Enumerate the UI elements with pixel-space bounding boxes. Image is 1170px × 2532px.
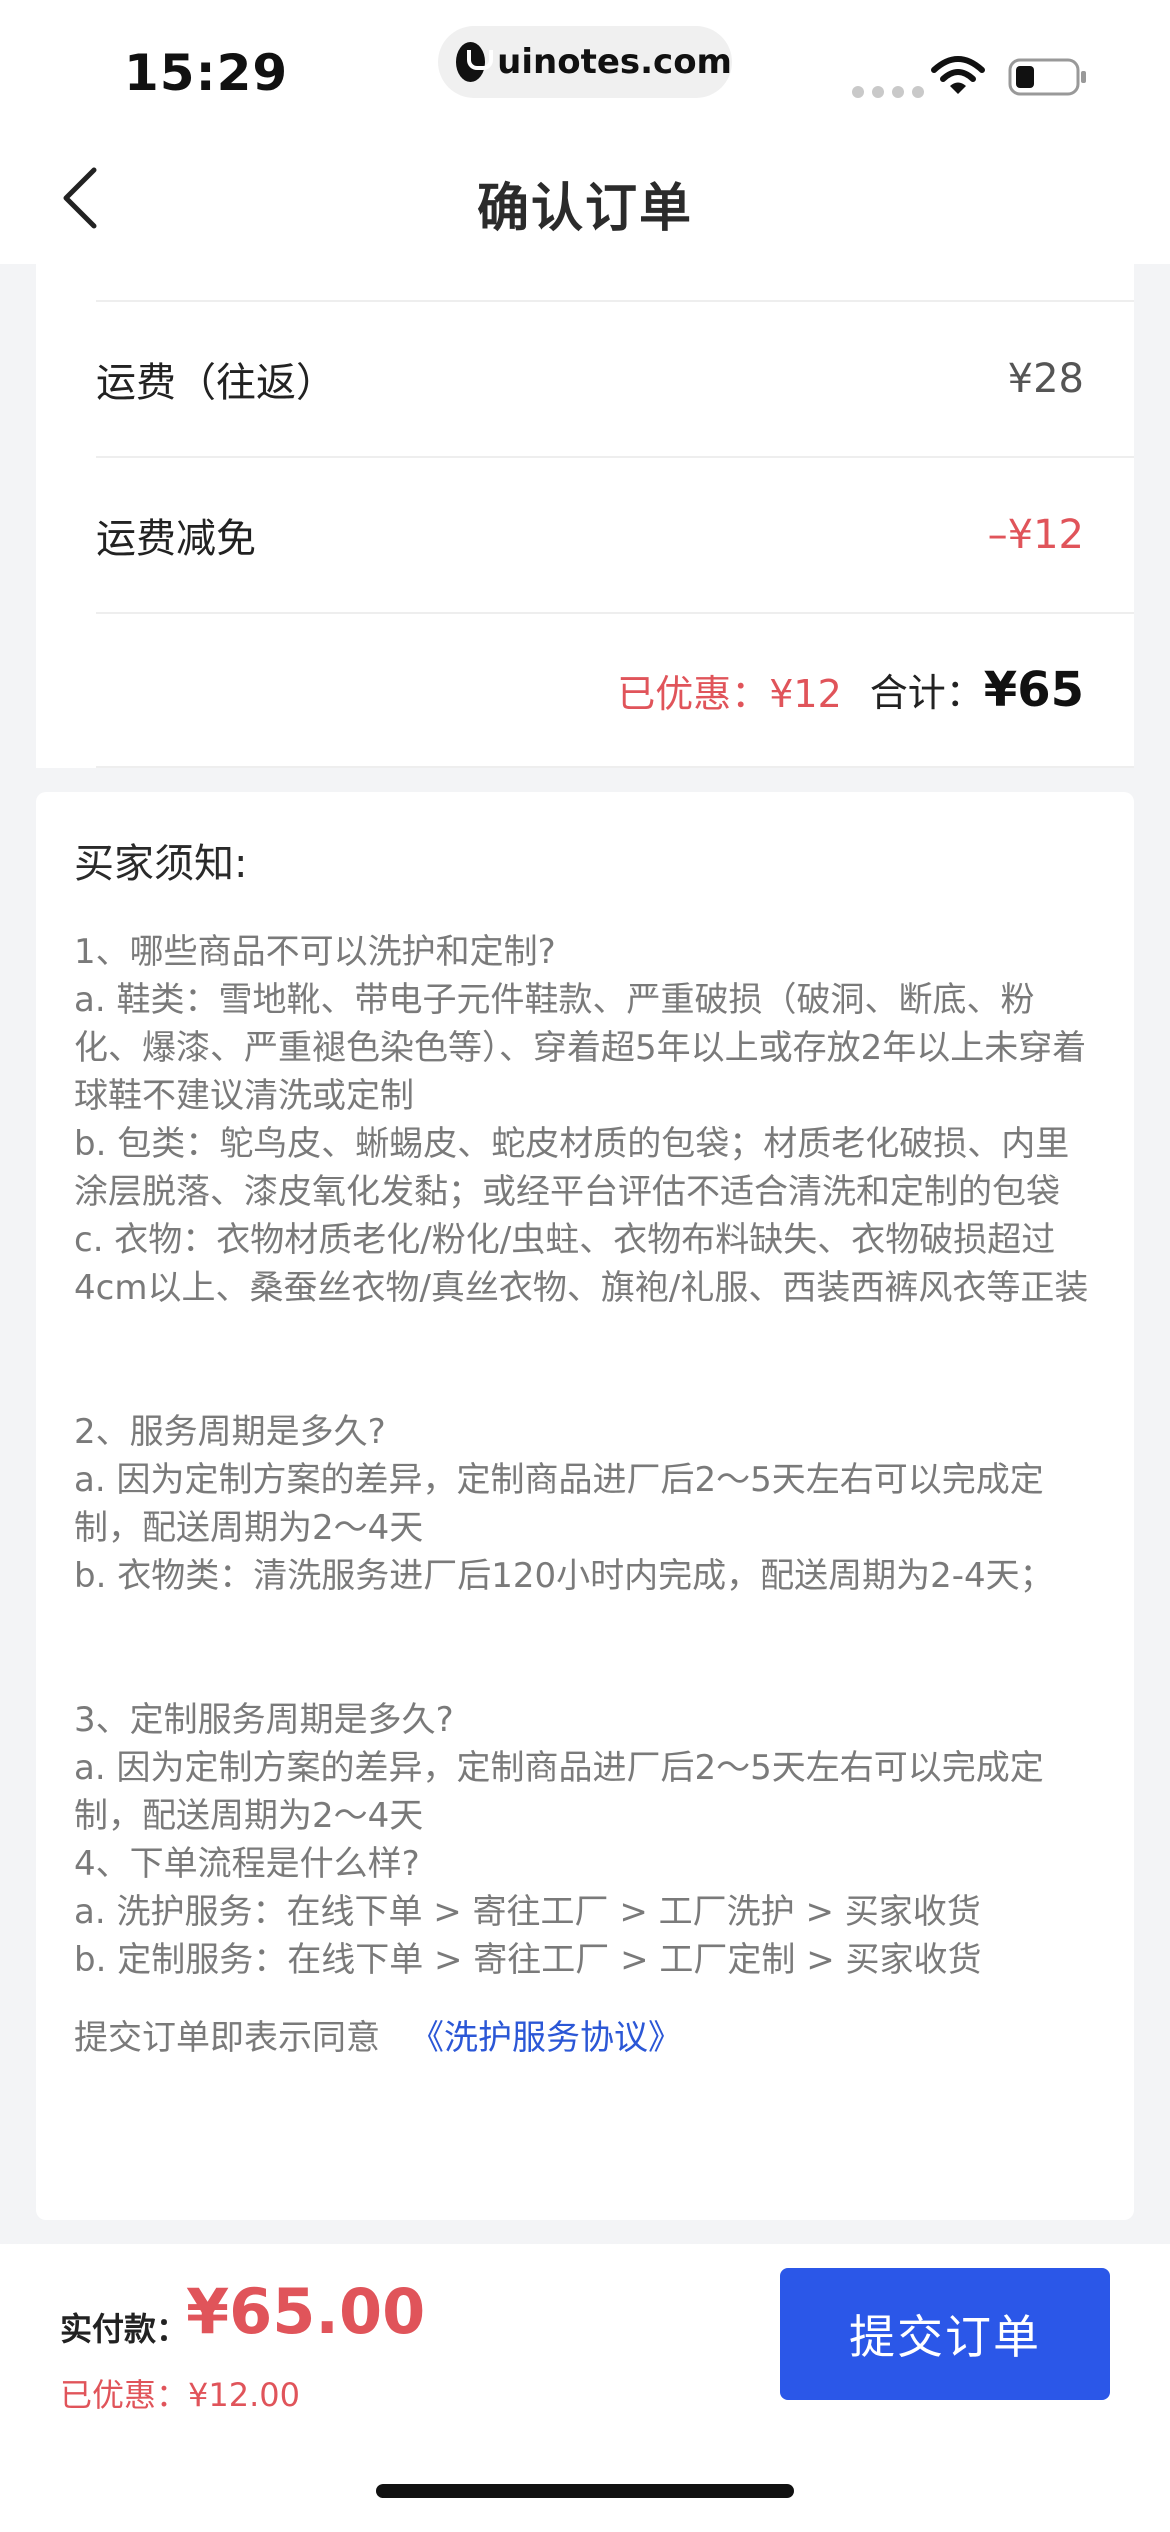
shipping-fee-value: ¥28 <box>1007 356 1084 402</box>
summary-total-group: 合计：¥65 <box>870 662 1084 718</box>
summary-saved: 已优惠：¥12 <box>617 671 842 716</box>
submit-order-button[interactable]: 提交订单 <box>780 2268 1110 2400</box>
notice-line: b. 包类：鸵鸟皮、蜥蜴皮、蛇皮材质的包袋；材质老化破损、内里涂层脱落、漆皮氧化… <box>74 1124 1070 1212</box>
site-logo-icon <box>456 42 494 82</box>
pay-amount: ¥65.00 <box>186 2275 426 2348</box>
wifi-icon <box>931 56 985 94</box>
notice-line: 3、定制服务周期是多久? <box>74 1700 454 1740</box>
notice-line: a. 因为定制方案的差异，定制商品进厂后2～5天左右可以完成定制，配送周期为2～… <box>74 1460 1044 1548</box>
nav-bar: 确认订单 <box>0 132 1170 264</box>
notice-section-1: 1、哪些商品不可以洗护和定制? a. 鞋类：雪地靴、带电子元件鞋款、严重破损（破… <box>74 928 1096 1312</box>
price-card: 运费（往返） ¥28 运费减免 –¥12 已优惠：¥12 合计：¥65 <box>36 264 1134 768</box>
battery-icon <box>1008 58 1086 96</box>
shipping-discount-row: 运费减免 –¥12 <box>96 456 1134 612</box>
pay-saved: 已优惠：¥12.00 <box>60 2376 300 2414</box>
order-confirm-screen: 15:29 uinotes.com 确认订单 运费（往返） ¥28 运费减免 –… <box>0 0 1170 2532</box>
notice-line: 2、服务周期是多久? <box>74 1412 386 1452</box>
agreement-line: 提交订单即表示同意 《洗护服务协议》 <box>74 2014 1096 2062</box>
status-bar: 15:29 uinotes.com <box>0 0 1170 132</box>
pay-label: 实付款： <box>60 2310 189 2348</box>
summary-total-label: 合计： <box>869 671 984 715</box>
page-title: 确认订单 <box>476 179 693 239</box>
signal-icon <box>852 86 924 98</box>
price-summary-row: 已优惠：¥12 合计：¥65 <box>96 612 1134 768</box>
notice-line: 4、下单流程是什么样? <box>74 1844 420 1884</box>
shipping-discount-value: –¥12 <box>987 512 1084 558</box>
notice-line: 1、哪些商品不可以洗护和定制? <box>74 932 556 972</box>
notice-line: b. 衣物类：清洗服务进厂后120小时内完成，配送周期为2-4天； <box>74 1556 1054 1596</box>
notice-title: 买家须知: <box>74 841 248 887</box>
home-indicator[interactable] <box>376 2484 794 2498</box>
shipping-fee-label: 运费（往返） <box>96 360 336 406</box>
notice-line: c. 衣物：衣物材质老化/粉化/虫蛀、衣物布料缺失、衣物破损超过4cm以上、桑蚕… <box>74 1220 1089 1308</box>
notice-line: a. 鞋类：雪地靴、带电子元件鞋款、严重破损（破洞、断底、粉化、爆漆、严重褪色染… <box>74 980 1087 1116</box>
url-text: uinotes.com <box>497 42 732 82</box>
service-agreement-link[interactable]: 《洗护服务协议》 <box>410 2018 682 2058</box>
notice-line: a. 洗护服务：在线下单 > 寄往工厂 > 工厂洗护 > 买家收货 <box>74 1892 981 1932</box>
notice-spacer <box>74 1312 1096 1408</box>
status-time: 15:29 <box>124 44 289 102</box>
notice-spacer <box>74 1600 1096 1696</box>
buyer-notice-card: 买家须知: 1、哪些商品不可以洗护和定制? a. 鞋类：雪地靴、带电子元件鞋款、… <box>36 792 1134 2220</box>
notice-line: a. 因为定制方案的差异，定制商品进厂后2～5天左右可以完成定制，配送周期为2～… <box>74 1748 1044 1836</box>
url-pill[interactable]: uinotes.com <box>438 26 732 98</box>
shipping-fee-row: 运费（往返） ¥28 <box>96 300 1134 456</box>
summary-total: ¥65 <box>983 662 1084 718</box>
notice-section-3: 3、定制服务周期是多久? a. 因为定制方案的差异，定制商品进厂后2～5天左右可… <box>74 1696 1096 1984</box>
shipping-discount-label: 运费减免 <box>96 516 256 562</box>
notice-line: b. 定制服务：在线下单 > 寄往工厂 > 工厂定制 > 买家收货 <box>74 1940 982 1980</box>
agreement-prefix: 提交订单即表示同意 <box>74 2018 380 2058</box>
notice-section-2: 2、服务周期是多久? a. 因为定制方案的差异，定制商品进厂后2～5天左右可以完… <box>74 1408 1096 1600</box>
